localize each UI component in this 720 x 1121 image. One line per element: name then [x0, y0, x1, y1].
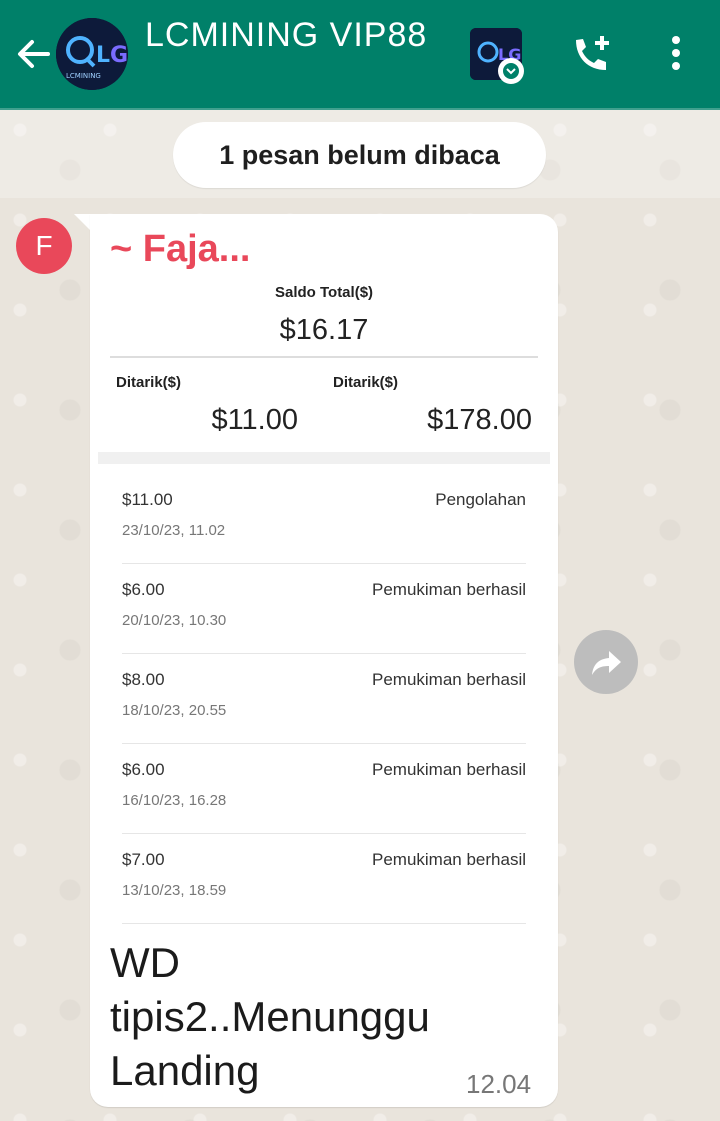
- transaction-amount: $6.00: [122, 760, 165, 779]
- ditarik-label-left: Ditarik($): [116, 374, 182, 391]
- message-line: tipis2..Menunggu: [110, 993, 430, 1040]
- transaction-status: Pemukiman berhasil: [371, 850, 526, 869]
- group-logo-icon: L G LCMINING: [56, 18, 128, 90]
- saldo-value: $16.17: [279, 314, 369, 346]
- back-button[interactable]: [14, 34, 54, 74]
- transaction-status: Pemukiman berhasil: [371, 760, 526, 779]
- transaction-row: $6.00 16/10/23, 16.28 Pemukiman berhasil: [122, 744, 526, 834]
- transaction-date: 23/10/23, 11.02: [122, 522, 226, 539]
- add-call-button[interactable]: [568, 32, 614, 78]
- transaction-amount: $6.00: [122, 580, 165, 599]
- group-avatar[interactable]: L G LCMINING: [56, 18, 128, 90]
- transaction-list: $11.00 23/10/23, 11.02 Pengolahan $6.00 …: [122, 474, 526, 924]
- transaction-status: Pemukiman berhasil: [371, 580, 526, 599]
- app-bar: L G LCMINING LCMINING VIP88 LG: [0, 0, 720, 110]
- svg-text:LCMINING: LCMINING: [66, 72, 101, 80]
- attached-image[interactable]: Saldo Total($) $16.17 Ditarik($) Ditarik…: [98, 270, 550, 924]
- transaction-row: $6.00 20/10/23, 10.30 Pemukiman berhasil: [122, 564, 526, 654]
- chevron-down-icon: [503, 63, 519, 79]
- ditarik-value-left: $11.00: [211, 404, 298, 436]
- transaction-row: $7.00 13/10/23, 18.59 Pemukiman berhasil: [122, 834, 526, 924]
- transaction-date: 18/10/23, 20.55: [122, 702, 227, 719]
- message-timestamp: 12.04: [466, 1069, 532, 1099]
- transaction-date: 16/10/23, 16.28: [122, 792, 227, 809]
- divider: [110, 356, 538, 358]
- forward-icon: [592, 651, 621, 675]
- transaction-status: Pemukiman berhasil: [371, 670, 526, 689]
- transaction-date: 13/10/23, 18.59: [122, 882, 227, 899]
- message-line: WD: [110, 939, 180, 986]
- svg-text:L: L: [96, 43, 110, 68]
- transaction-amount: $8.00: [122, 670, 165, 689]
- sender-avatar[interactable]: F: [16, 218, 72, 274]
- saldo-label: Saldo Total($): [274, 284, 374, 301]
- forward-button[interactable]: [574, 630, 638, 694]
- dropdown-badge[interactable]: [498, 58, 524, 84]
- more-vert-icon: [672, 36, 680, 70]
- more-options-button[interactable]: [660, 32, 692, 78]
- transaction-status: Pengolahan: [435, 490, 526, 509]
- transaction-row: $8.00 18/10/23, 20.55 Pemukiman berhasil: [122, 654, 526, 744]
- chat-title[interactable]: LCMINING VIP88: [145, 16, 427, 55]
- transaction-amount: $7.00: [122, 850, 165, 869]
- back-arrow-icon: [18, 40, 50, 68]
- ditarik-label-right: Ditarik($): [333, 374, 399, 391]
- transaction-amount: $11.00: [122, 490, 173, 509]
- ditarik-value-right: $178.00: [427, 404, 532, 436]
- unread-messages-notice: 1 pesan belum dibaca: [173, 122, 546, 188]
- transaction-date: 20/10/23, 10.30: [122, 612, 227, 629]
- section-separator: [98, 452, 550, 464]
- add-call-icon: [576, 36, 609, 70]
- sender-name[interactable]: ~ Faja...: [110, 228, 250, 271]
- svg-text:G: G: [110, 43, 128, 68]
- transaction-row: $11.00 23/10/23, 11.02 Pengolahan: [122, 474, 526, 564]
